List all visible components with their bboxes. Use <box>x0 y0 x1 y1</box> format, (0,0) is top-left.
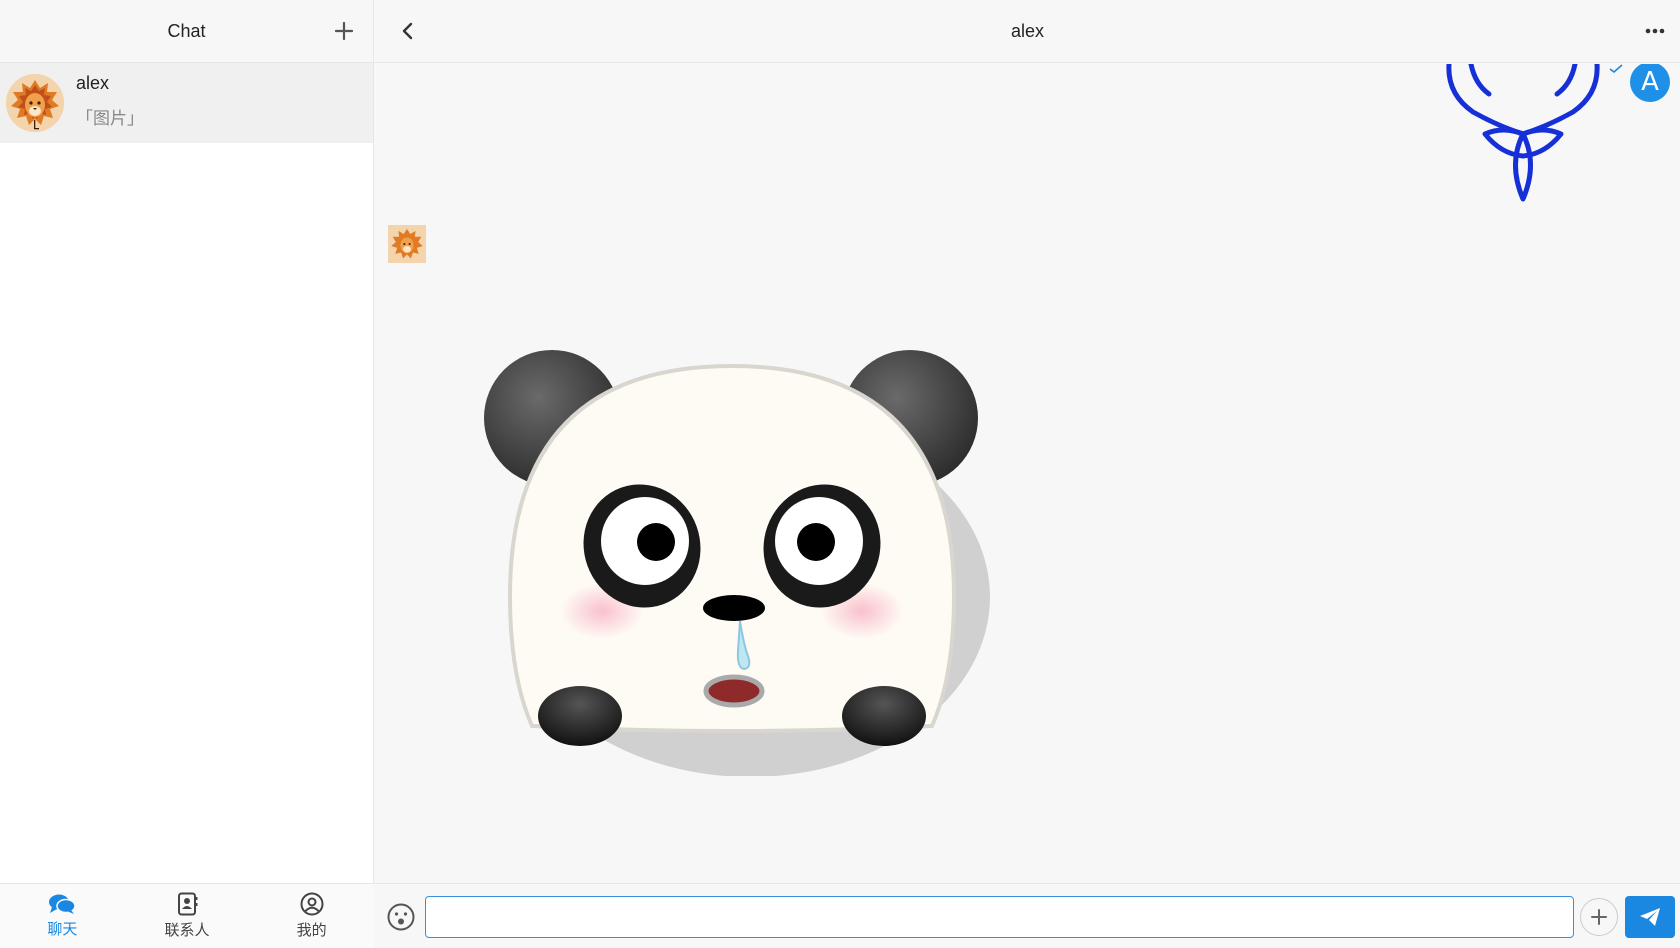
self-avatar[interactable]: A <box>1630 64 1670 102</box>
bottom-nav: 聊天 联系人 我的 <box>0 883 374 948</box>
nav-tab-me-label: 我的 <box>296 922 327 939</box>
more-options-button[interactable] <box>1640 18 1670 44</box>
paper-plane-icon <box>1640 908 1660 926</box>
emoji-button[interactable] <box>386 902 416 932</box>
plus-icon <box>335 22 353 40</box>
nav-tab-chat[interactable]: 聊天 <box>0 884 125 948</box>
back-button[interactable] <box>395 18 421 44</box>
ellipsis-icon <box>1645 28 1665 34</box>
nav-tab-chat-label: 聊天 <box>47 921 78 938</box>
chat-header: alex <box>375 0 1680 63</box>
message-list[interactable]: A <box>375 64 1680 884</box>
nav-tab-contacts-label: 联系人 <box>164 922 210 939</box>
read-receipt-icon <box>1609 64 1623 74</box>
conversation-name: alex <box>76 73 110 93</box>
chat-panel: alex A <box>375 0 1680 948</box>
contacts-book-icon <box>178 892 198 916</box>
message-input-bar <box>375 883 1680 948</box>
plus-icon <box>1591 909 1607 925</box>
attach-button[interactable] <box>1580 898 1618 936</box>
panda-sticker-image[interactable] <box>482 346 1002 776</box>
chat-title: alex <box>1010 20 1045 41</box>
conversation-preview: 「图片」 <box>76 109 144 128</box>
conversation-sidebar: Chat alex 「图片」 聊天 联系人 我的 <box>0 0 374 948</box>
nav-tab-me[interactable]: 我的 <box>249 884 374 948</box>
emoji-face-icon <box>387 903 415 931</box>
chat-bubbles-icon <box>49 894 77 914</box>
deer-antler-image[interactable] <box>1443 64 1603 209</box>
conversation-item-alex[interactable]: alex 「图片」 <box>0 63 373 143</box>
sidebar-header: Chat <box>0 0 373 63</box>
new-chat-button[interactable] <box>331 18 357 44</box>
user-circle-icon <box>300 892 324 916</box>
alex-avatar[interactable] <box>388 225 426 263</box>
nav-tab-contacts[interactable]: 联系人 <box>125 884 250 948</box>
lion-avatar <box>6 74 64 132</box>
send-button[interactable] <box>1625 896 1675 938</box>
chevron-left-icon <box>402 22 413 40</box>
sidebar-title: Chat <box>167 20 206 41</box>
message-input[interactable] <box>425 896 1574 938</box>
